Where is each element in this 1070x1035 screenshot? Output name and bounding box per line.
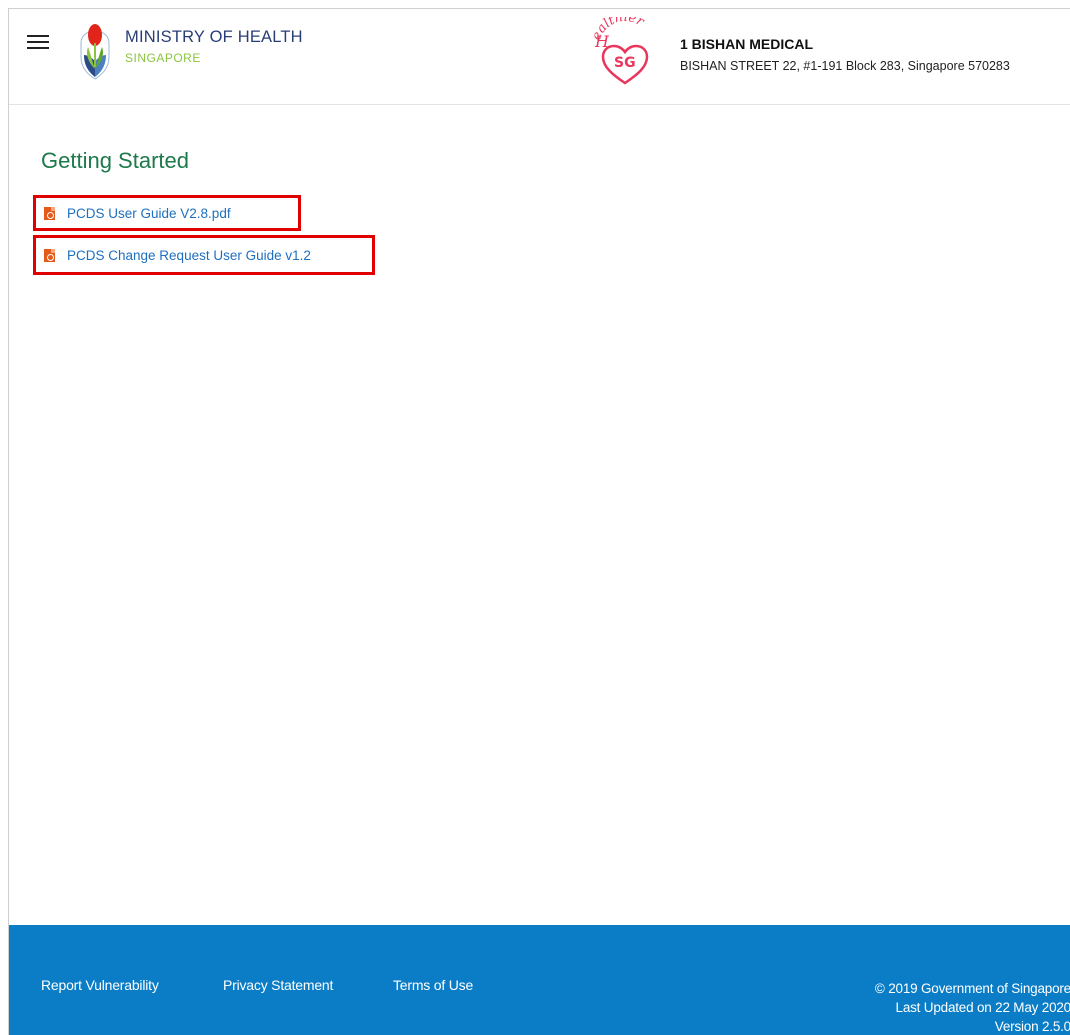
pdf-file-icon [44, 206, 55, 220]
page-title: Getting Started [41, 148, 189, 173]
guide-item-user-guide[interactable]: PCDS User Guide V2.8.pdf [33, 195, 301, 231]
footer: Report Vulnerability Privacy Statement T… [9, 925, 1070, 1035]
hamburger-menu-icon[interactable] [27, 31, 51, 55]
guide-item-change-request-guide[interactable]: PCDS Change Request User Guide v1.2 [33, 235, 375, 275]
app-window: MINISTRY OF HEALTH SINGAPORE ealthier H … [8, 8, 1070, 1035]
user-guide-link[interactable]: PCDS User Guide V2.8.pdf [67, 206, 231, 221]
clinic-name: 1 BISHAN MEDICAL [680, 36, 814, 52]
ministry-subtitle: SINGAPORE [125, 51, 201, 65]
privacy-statement-link[interactable]: Privacy Statement [223, 977, 333, 993]
clinic-address: BISHAN STREET 22, #1-191 Block 283, Sing… [680, 59, 1010, 73]
healthier-sg-logo-icon: ealthier H SG [589, 17, 649, 85]
version-text: Version 2.5.0 [994, 1019, 1070, 1034]
last-updated-text: Last Updated on 22 May 2020 [895, 1000, 1070, 1015]
copyright-text: © 2019 Government of Singapore [874, 981, 1070, 996]
top-header: MINISTRY OF HEALTH SINGAPORE ealthier H … [9, 9, 1070, 105]
svg-text:SG: SG [614, 55, 636, 71]
ministry-title: MINISTRY OF HEALTH [125, 28, 303, 46]
change-request-guide-link[interactable]: PCDS Change Request User Guide v1.2 [67, 248, 311, 263]
pdf-file-icon [44, 248, 55, 262]
terms-of-use-link[interactable]: Terms of Use [393, 977, 473, 993]
report-vulnerability-link[interactable]: Report Vulnerability [41, 977, 159, 993]
moh-logo-icon [80, 24, 110, 80]
footer-info: © 2019 Government of Singapore Last Upda… [875, 979, 1070, 1035]
